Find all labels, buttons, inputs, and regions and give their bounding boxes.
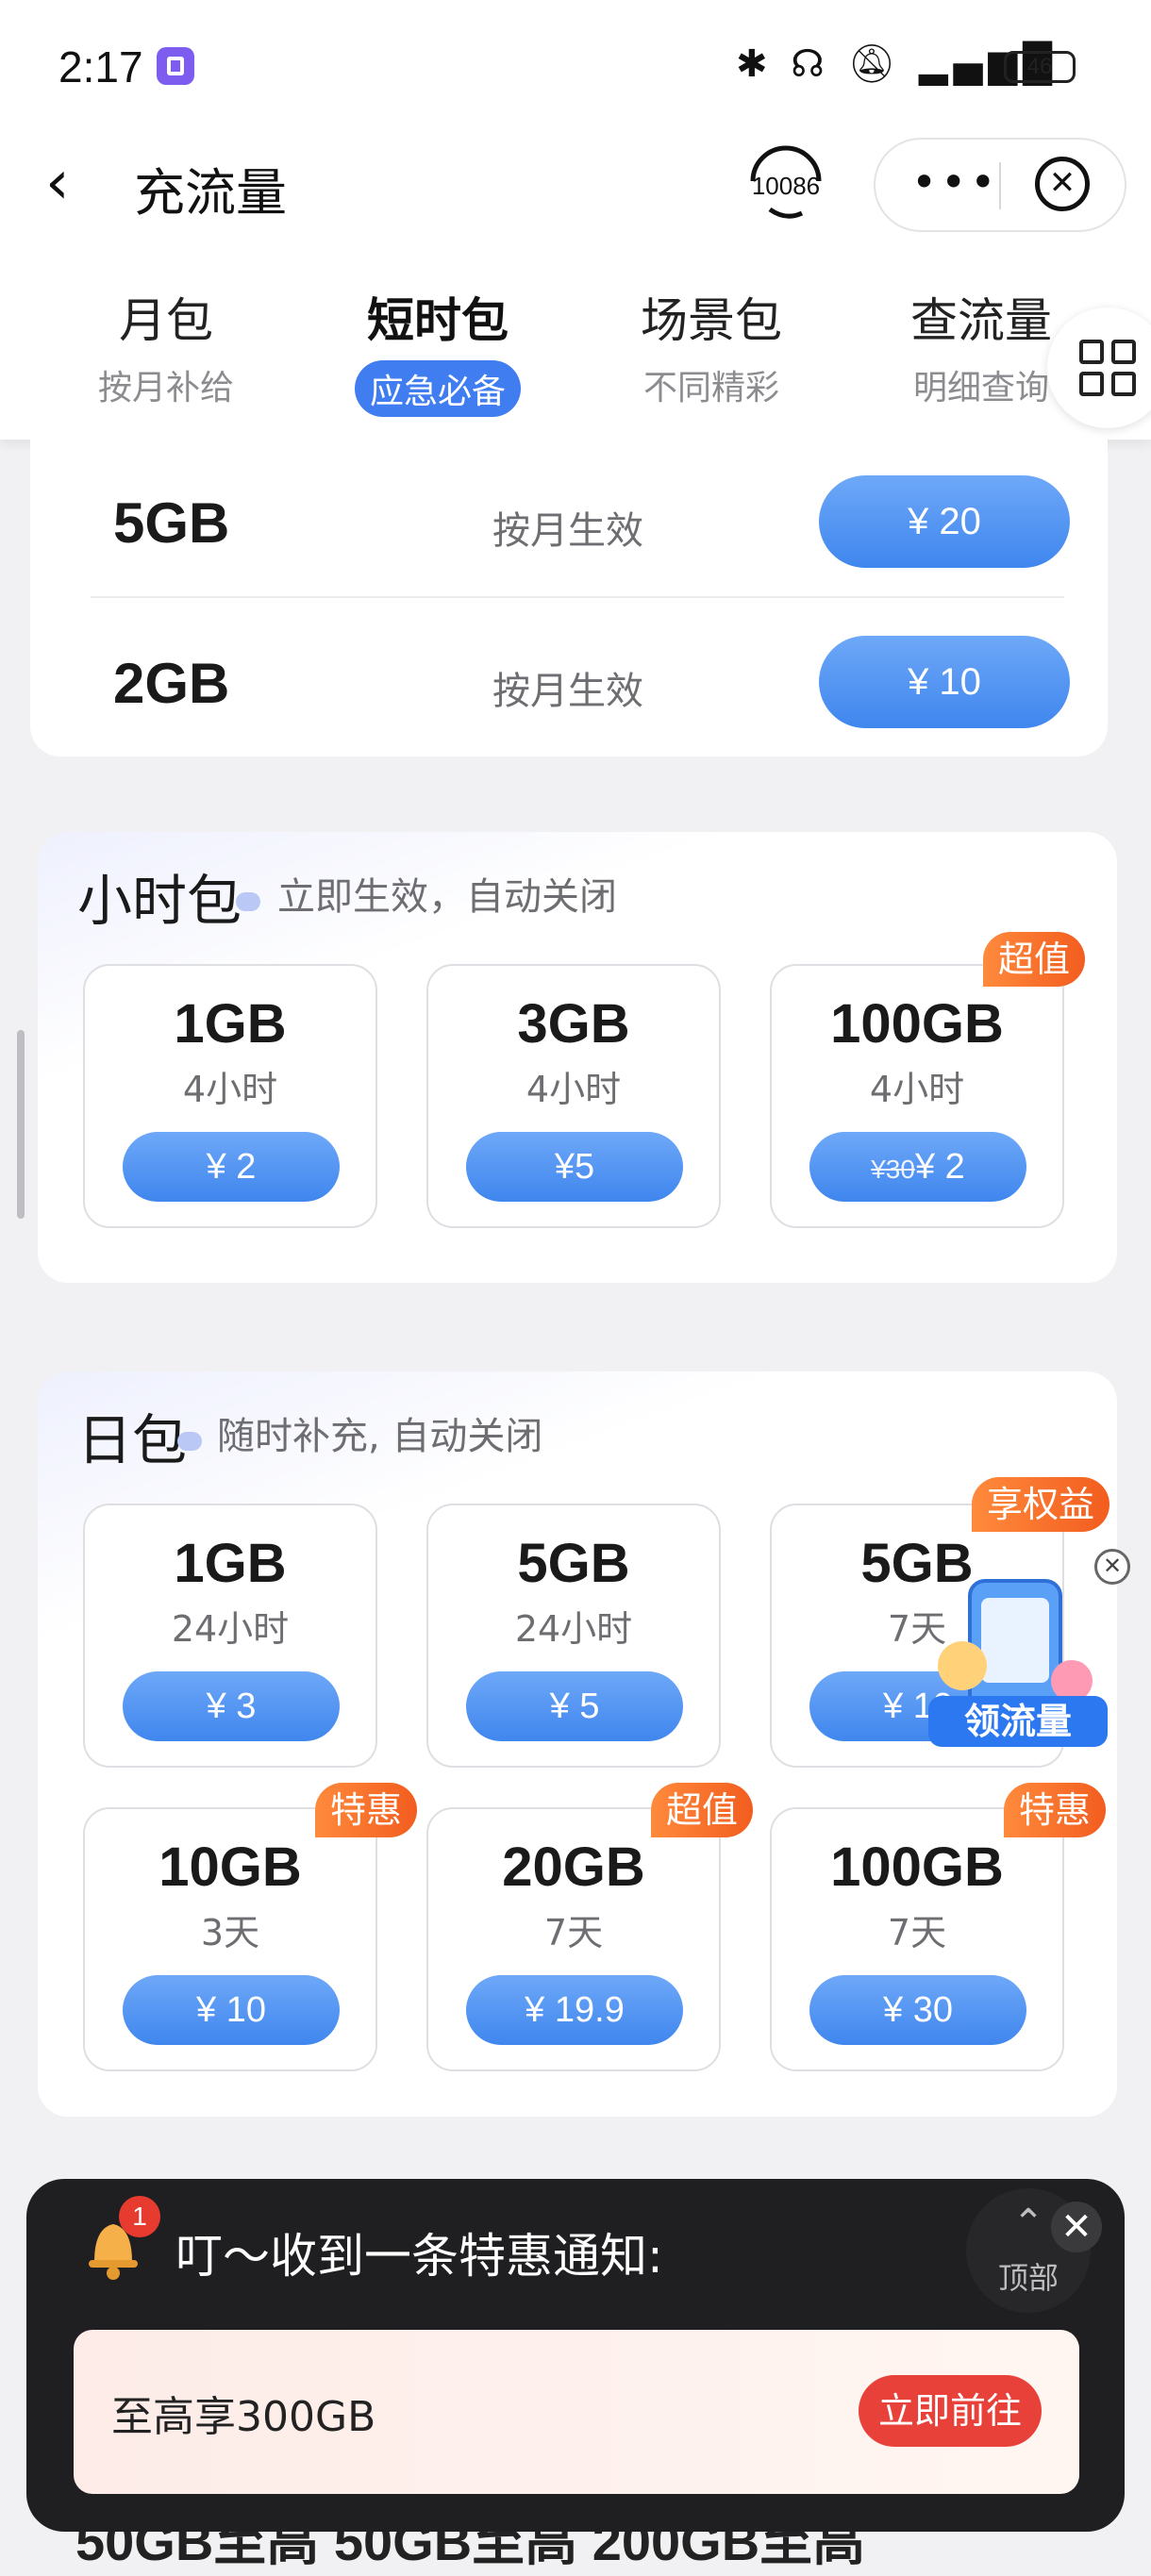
- pack-size: 2GB: [113, 652, 230, 715]
- pack-desc: 按月生效: [492, 670, 643, 713]
- earbuds-icon: ☊: [791, 42, 830, 86]
- tab-label: 查流量: [910, 294, 1052, 347]
- pack-size: 1GB: [174, 1533, 287, 1594]
- pack-size: 10GB: [158, 1836, 302, 1898]
- grid-icon: [1111, 340, 1136, 364]
- grid-icon: [1111, 372, 1136, 396]
- mute-icon: 🔕︎: [847, 42, 902, 86]
- grid-icon: [1079, 340, 1104, 364]
- pack-size: 100GB: [830, 1836, 1004, 1898]
- deal-badge: 超值: [651, 1783, 754, 1837]
- sale-price: ¥ 2: [914, 1147, 965, 1187]
- original-price: ¥30: [871, 1155, 915, 1184]
- notification-count: 1: [119, 2196, 160, 2237]
- grid-icon: [1079, 372, 1104, 396]
- pack-duration: 24小时: [171, 1608, 290, 1650]
- day-pack-tile[interactable]: 5GB 24小时 ¥ 5: [426, 1504, 721, 1768]
- app-notification-icon: [157, 47, 194, 85]
- pack-duration: 4小时: [525, 1069, 622, 1110]
- price-button[interactable]: ¥ 30: [809, 1975, 1026, 2045]
- deal-badge: 超值: [983, 932, 1086, 987]
- title-dot: [236, 892, 260, 911]
- deal-badge: 特惠: [315, 1783, 418, 1837]
- pack-size: 100GB: [830, 993, 1004, 1055]
- benefit-badge: 享权益: [972, 1477, 1110, 1532]
- capsule-divider: [999, 162, 1001, 209]
- price-button[interactable]: ¥ 19.9: [466, 1975, 683, 2045]
- day-pack-tile[interactable]: 1GB 24小时 ¥ 3: [83, 1504, 377, 1768]
- price-button[interactable]: ¥ 5: [466, 1671, 683, 1741]
- service-number: 10086: [752, 172, 820, 200]
- section-title: 小时包: [77, 871, 242, 932]
- pack-duration: 4小时: [182, 1069, 278, 1110]
- section-subtitle: 立即生效，自动关闭: [277, 875, 617, 919]
- status-time: 2:17: [58, 42, 143, 91]
- pack-desc: 按月生效: [492, 509, 643, 553]
- bluetooth-icon: ✱: [736, 42, 774, 86]
- pack-size: 20GB: [502, 1836, 645, 1898]
- pack-duration: 4小时: [869, 1069, 965, 1110]
- tab-label: 短时包: [367, 294, 509, 347]
- pack-size: 1GB: [174, 993, 287, 1055]
- buy-button[interactable]: ¥ 10: [819, 636, 1070, 728]
- section-subtitle: 随时补充, 自动关闭: [217, 1415, 543, 1458]
- buy-button[interactable]: ¥ 20: [819, 475, 1070, 568]
- price-button[interactable]: ¥30¥ 2: [809, 1132, 1026, 1202]
- pack-duration: 7天: [543, 1912, 604, 1953]
- tab-monthly[interactable]: 月包 按月补给: [72, 283, 260, 409]
- page-title: 充流量: [134, 165, 287, 222]
- tab-label: 月包: [119, 294, 213, 347]
- back-button[interactable]: ‹: [45, 153, 70, 213]
- hour-pack-tile[interactable]: 100GB 4小时 ¥30¥ 2: [770, 964, 1064, 1228]
- tab-usage[interactable]: 查流量 明细查询: [887, 283, 1076, 409]
- go-now-button[interactable]: 立即前往: [859, 2375, 1042, 2447]
- battery-indicator: 46: [1004, 51, 1076, 83]
- section-title: 日包: [77, 1410, 188, 1471]
- tab-sublabel: 按月补给: [97, 369, 234, 407]
- claim-data-promo[interactable]: 领流量: [928, 1575, 1108, 1754]
- scroll-indicator[interactable]: [17, 1030, 25, 1219]
- price-button[interactable]: ¥ 2: [123, 1132, 340, 1202]
- tab-sublabel: 不同精彩: [642, 369, 779, 407]
- tab-label: 场景包: [641, 294, 782, 347]
- pack-duration: 24小时: [514, 1608, 633, 1650]
- hour-pack-tile[interactable]: 1GB 4小时 ¥ 2: [83, 964, 377, 1228]
- promo-close-icon[interactable]: ✕: [1094, 1549, 1130, 1585]
- notification-message: 至高享300GB: [111, 2393, 376, 2441]
- pack-size: 3GB: [517, 993, 630, 1055]
- deal-badge: 特惠: [1004, 1783, 1107, 1837]
- more-icon[interactable]: •••: [911, 157, 999, 208]
- price-button[interactable]: ¥ 10: [123, 1975, 340, 2045]
- title-dot: [177, 1432, 202, 1451]
- day-pack-tile[interactable]: 20GB 7天 ¥ 19.9: [426, 1807, 721, 2071]
- price-button[interactable]: ¥ 3: [123, 1671, 340, 1741]
- pack-size: 5GB: [517, 1533, 630, 1594]
- close-icon[interactable]: ✕: [1051, 2202, 1102, 2252]
- day-pack-tile[interactable]: 100GB 7天 ¥ 30: [770, 1807, 1064, 2071]
- notification-title: 叮～收到一条特惠通知:: [175, 2229, 663, 2284]
- promo-label: 领流量: [964, 1701, 1072, 1742]
- close-icon[interactable]: ✕: [1035, 157, 1090, 211]
- tab-sublabel: 应急必备: [354, 360, 521, 417]
- tab-scene[interactable]: 场景包 不同精彩: [617, 283, 806, 409]
- customer-service-icon[interactable]: 10086: [742, 143, 830, 223]
- pack-duration: 3天: [200, 1912, 260, 1953]
- back-to-top-label: 顶部: [997, 2260, 1059, 2296]
- pack-size: 5GB: [113, 491, 230, 555]
- price-button[interactable]: ¥5: [466, 1132, 683, 1202]
- row-divider: [91, 596, 1064, 598]
- tab-short-term[interactable]: 短时包 应急必备: [343, 283, 532, 417]
- pack-duration: 7天: [887, 1912, 947, 1953]
- day-pack-tile[interactable]: 10GB 3天 ¥ 10: [83, 1807, 377, 2071]
- hour-pack-tile[interactable]: 3GB 4小时 ¥5: [426, 964, 721, 1228]
